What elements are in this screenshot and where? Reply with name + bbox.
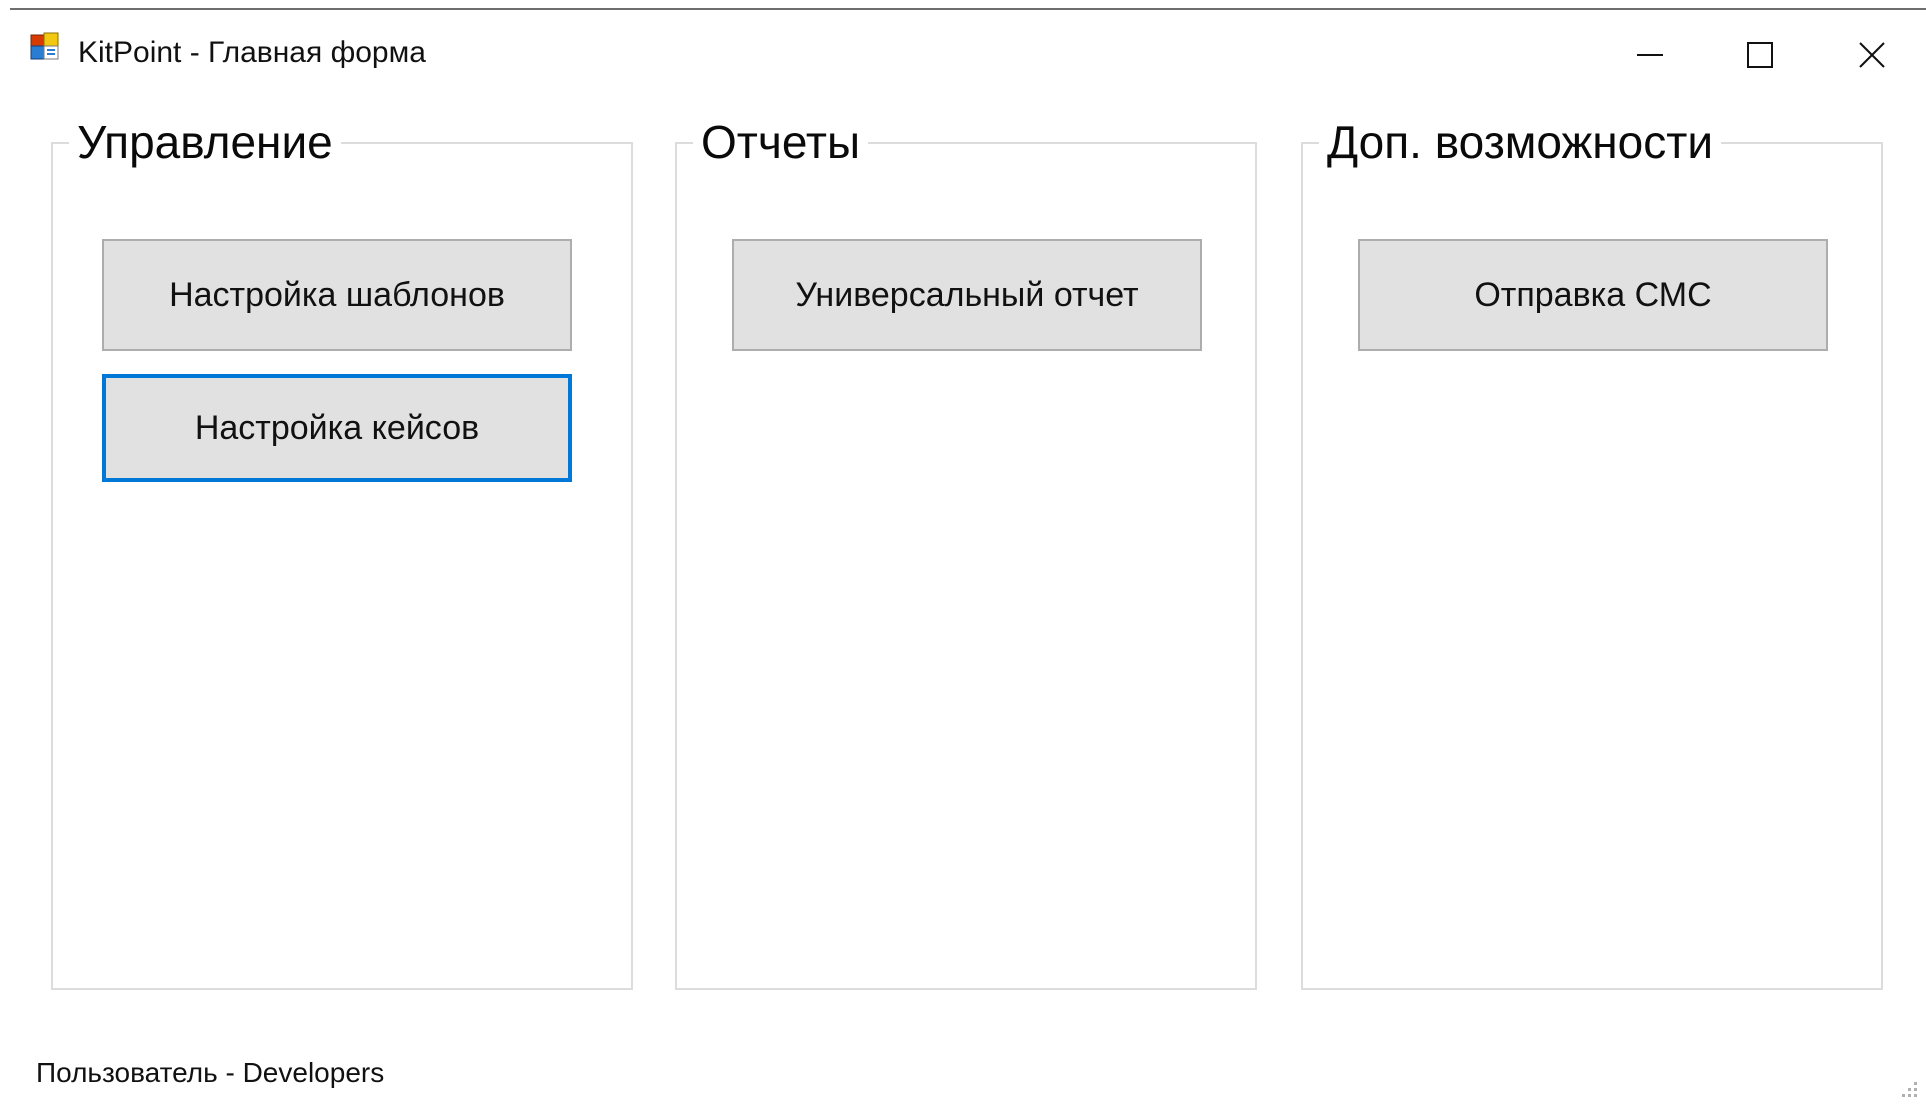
group-reports: Отчеты Универсальный отчет bbox=[675, 114, 1257, 990]
template-settings-button[interactable]: Настройка шаблонов bbox=[102, 239, 572, 351]
group-extra-features-title: Доп. возможности bbox=[1319, 114, 1722, 170]
window-title: KitPoint - Главная форма bbox=[78, 36, 426, 69]
main-form-window: KitPoint - Главная форма Управление Наст… bbox=[0, 0, 1926, 1106]
group-management: Управление Настройка шаблонов Настройка … bbox=[51, 114, 633, 990]
winforms-app-icon bbox=[30, 32, 60, 62]
group-reports-title: Отчеты bbox=[693, 114, 869, 170]
group-extra-features: Доп. возможности Отправка СМС bbox=[1301, 114, 1883, 990]
group-management-title: Управление bbox=[69, 114, 341, 170]
minimize-icon bbox=[1635, 40, 1665, 70]
maximize-icon bbox=[1745, 40, 1775, 70]
maximize-button[interactable] bbox=[1710, 20, 1810, 90]
universal-report-button[interactable]: Универсальный отчет bbox=[732, 239, 1202, 351]
close-button[interactable] bbox=[1822, 20, 1922, 90]
title-bar[interactable]: KitPoint - Главная форма bbox=[0, 10, 1926, 80]
minimize-button[interactable] bbox=[1600, 20, 1700, 90]
case-settings-button[interactable]: Настройка кейсов bbox=[102, 374, 572, 482]
user-status-label: Пользователь - Developers bbox=[36, 1057, 385, 1088]
resize-grip-icon[interactable] bbox=[1896, 1076, 1920, 1100]
close-icon bbox=[1857, 40, 1887, 70]
send-sms-button[interactable]: Отправка СМС bbox=[1358, 239, 1828, 351]
